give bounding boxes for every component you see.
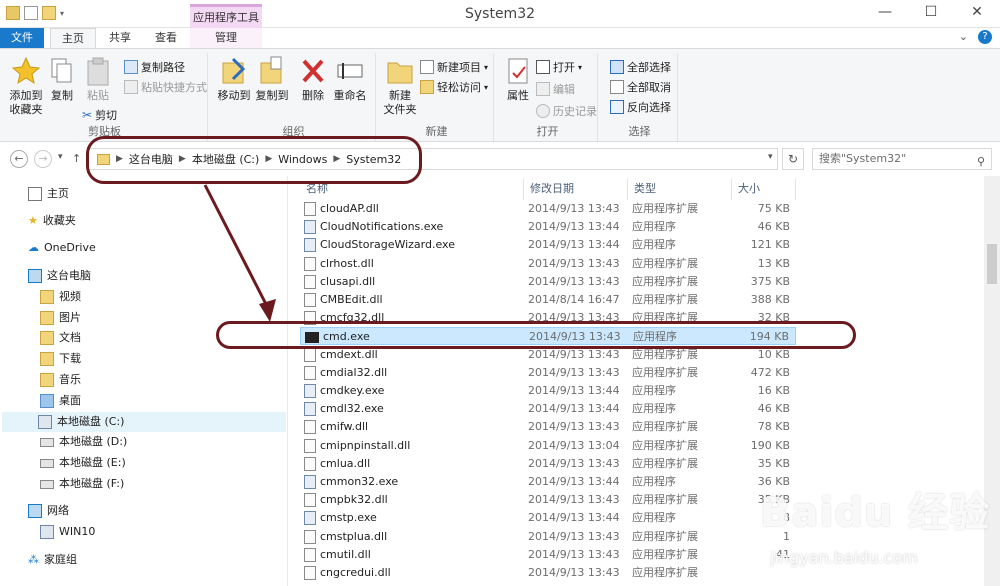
baidu-watermark: Baidu 经验 [760,490,991,536]
baidu-watermark-url: jingyan.baidu.com [770,548,918,567]
